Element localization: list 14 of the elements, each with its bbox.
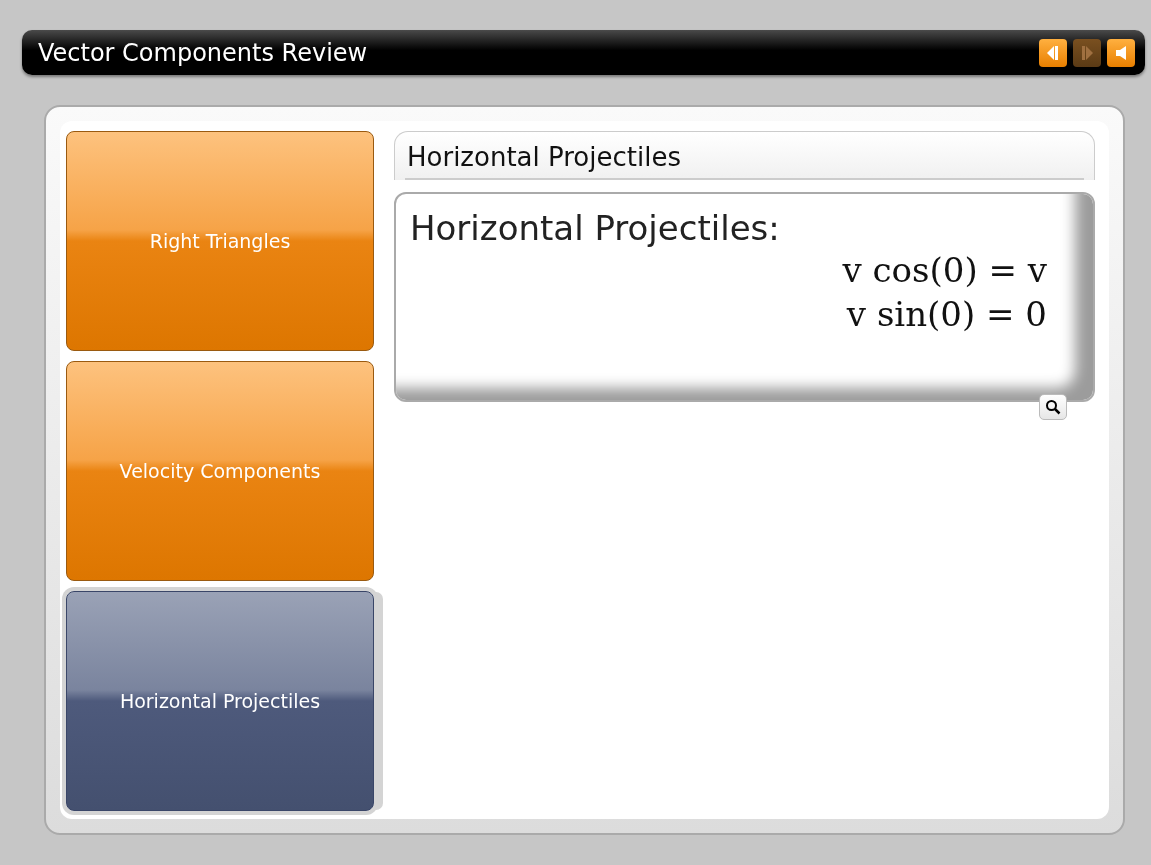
next-icon xyxy=(1080,44,1094,61)
section-heading: Horizontal Projectiles xyxy=(406,142,682,174)
speaker-icon xyxy=(1114,44,1128,61)
card-title: Horizontal Projectiles: xyxy=(410,208,780,248)
zoom-button[interactable] xyxy=(1039,394,1067,420)
previous-icon xyxy=(1046,44,1060,61)
sidebar-tab[interactable]: Velocity Components xyxy=(66,361,374,581)
prev-button[interactable] xyxy=(1039,38,1067,67)
audio-button[interactable] xyxy=(1107,38,1135,67)
sidebar-tab[interactable]: Right Triangles xyxy=(66,131,374,351)
equation: v sin(0) = 0 xyxy=(846,293,1047,337)
window-title: Vector Components Review xyxy=(38,38,368,67)
equation: v cos(0) = v xyxy=(842,249,1047,292)
search-icon xyxy=(1045,399,1061,415)
